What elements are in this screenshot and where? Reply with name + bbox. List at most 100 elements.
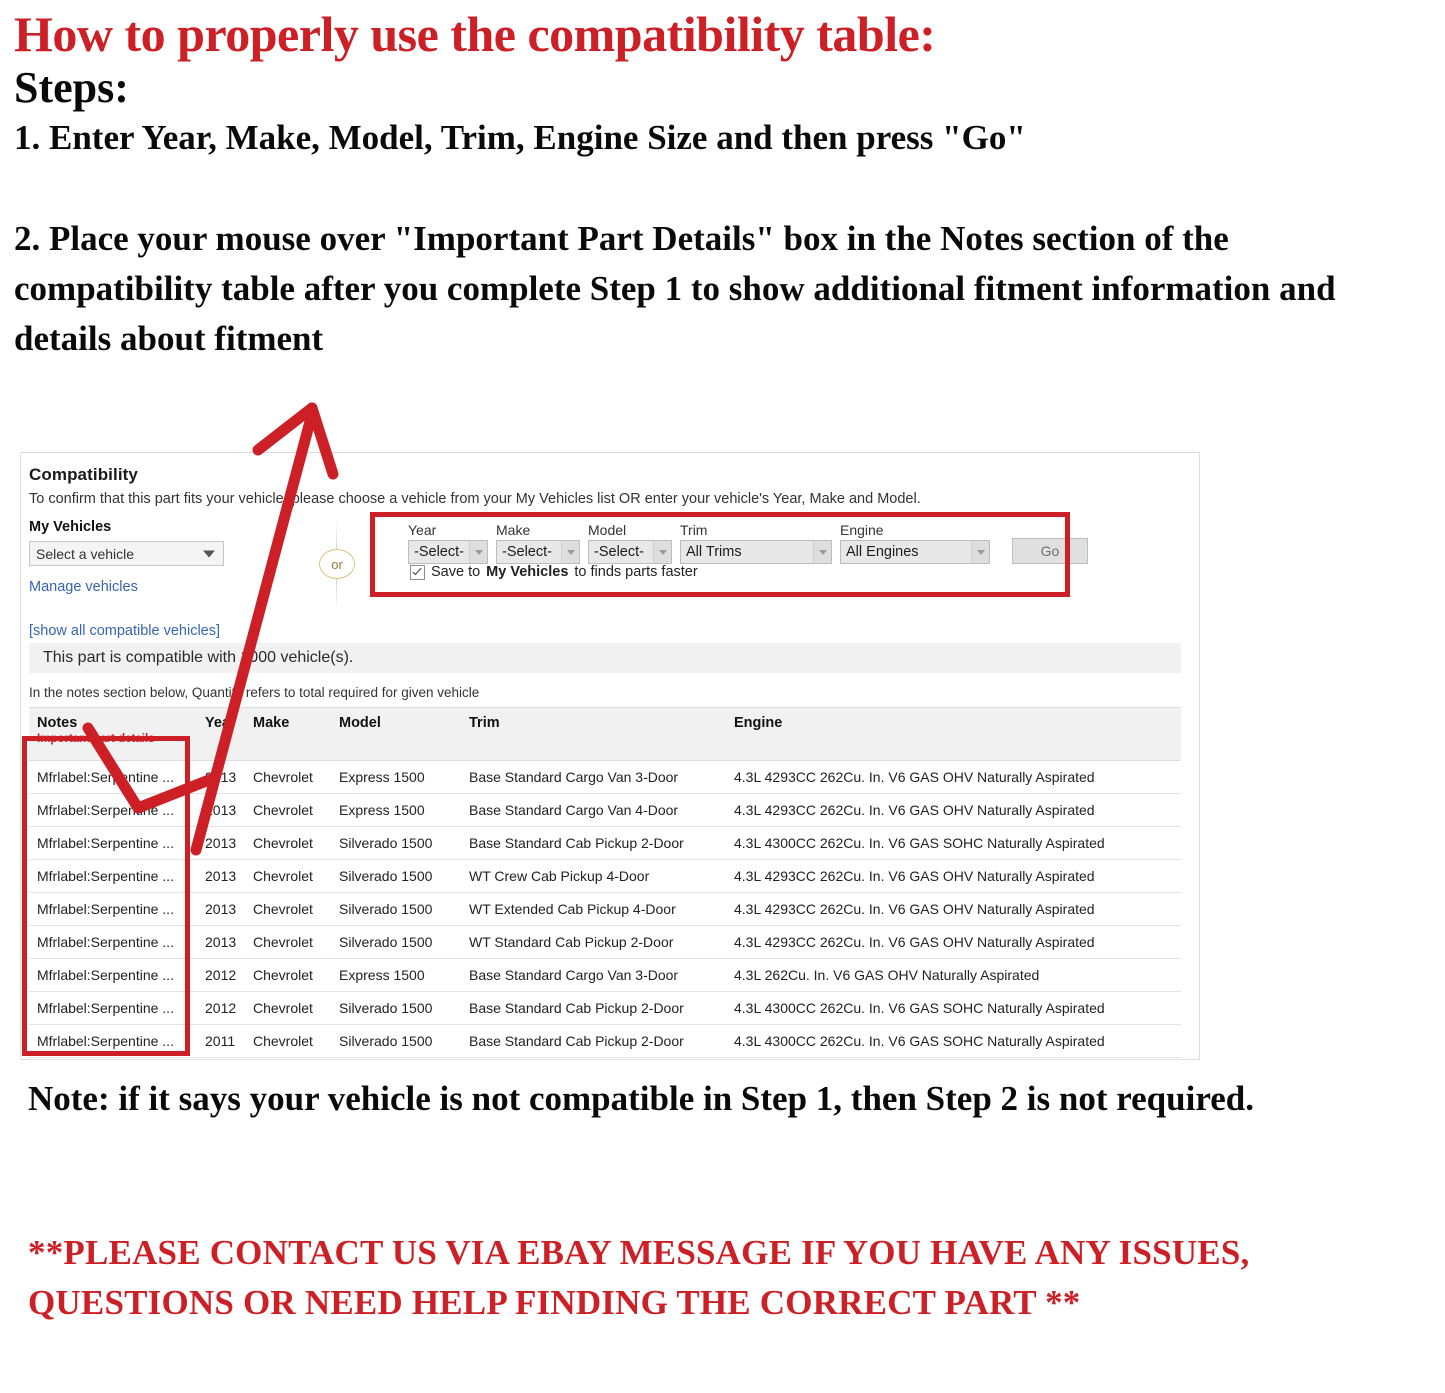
table-row: Mfrlabel:Serpentine ... 2011 Chevrolet Silv… [29, 1024, 1181, 1058]
important-part-details-label[interactable]: Important part details [37, 733, 189, 745]
make-cell: Chevrolet [245, 1024, 331, 1058]
engine-cell: 4.3L 4293CC 262Cu. In. V6 GAS OHV Natura… [726, 760, 1181, 794]
make-cell: Chevrolet [245, 991, 331, 1025]
note-cell[interactable]: Mfrlabel:Serpentine ... [29, 826, 197, 860]
trim-cell: WT Extended Cab Pickup 4-Door [461, 892, 726, 926]
trim-cell: Base Standard Cab Pickup 2-Door [461, 991, 726, 1025]
chevron-down-icon [561, 541, 579, 563]
trim-select-value: All Trims [686, 544, 742, 560]
field-engine: Engine All Engines [840, 522, 990, 564]
field-make-label: Make [496, 522, 531, 538]
engine-cell: 4.3L 4293CC 262Cu. In. V6 GAS OHV Natura… [726, 892, 1181, 926]
column-header-notes: Notes Important part details [29, 707, 197, 761]
trim-select[interactable]: All Trims [680, 540, 832, 564]
note-cell[interactable]: Mfrlabel:Serpentine ... [29, 958, 197, 992]
year-select[interactable]: -Select- [408, 540, 488, 564]
make-select[interactable]: -Select- [496, 540, 580, 564]
table-row: Mfrlabel:Serpentine ... 2012 Chevrolet Expr… [29, 958, 1181, 992]
save-to-my-vehicles-checkbox[interactable] [410, 564, 425, 580]
step-1-text: 1. Enter Year, Make, Model, Trim, Engine… [14, 117, 1026, 157]
contact-note-text: **PLEASE CONTACT US VIA EBAY MESSAGE IF … [28, 1233, 1250, 1322]
manage-vehicles-link[interactable]: Manage vehicles [29, 579, 299, 595]
model-cell: Silverado 1500 [331, 892, 461, 926]
model-cell: Silverado 1500 [331, 991, 461, 1025]
compatibility-table-body: Mfrlabel:Serpentine ... 2013 Chevrolet Expr… [29, 760, 1181, 1059]
field-trim-label: Trim [680, 522, 708, 538]
table-row: Mfrlabel:Serpentine ...2010ChevroletSilv… [29, 1057, 1181, 1059]
save-to-my-vehicles-row[interactable]: Save to My Vehicles to finds parts faste… [410, 564, 698, 580]
go-button[interactable]: Go [1012, 538, 1088, 564]
engine-cell: 4.3L 4300CC 262Cu. In. V6 GAS SOHC Natur… [726, 1057, 1181, 1059]
note-cell[interactable]: Mfrlabel:Serpentine ... [29, 925, 197, 959]
step-2-text: 2. Place your mouse over "Important Part… [14, 219, 1336, 358]
model-select[interactable]: -Select- [588, 540, 672, 564]
show-all-compatible-vehicles-link[interactable]: [show all compatible vehicles] [29, 623, 299, 639]
save-suffix-text: to finds parts faster [574, 564, 698, 580]
field-trim: Trim All Trims [680, 522, 832, 564]
year-cell: 2012 [197, 958, 245, 992]
table-row: Mfrlabel:Serpentine ... 2013 Chevrolet Silv… [29, 859, 1181, 893]
note-cell[interactable]: Mfrlabel:Serpentine ... [29, 1057, 197, 1059]
make-cell: Chevrolet [245, 1057, 331, 1059]
instructions-block: How to properly use the compatibility ta… [14, 8, 1434, 363]
field-model: Model -Select- [588, 522, 672, 564]
year-cell: 2011 [197, 1024, 245, 1058]
note-cell[interactable]: Mfrlabel:Serpentine ... [29, 760, 197, 794]
engine-cell: 4.3L 4300CC 262Cu. In. V6 GAS SOHC Natur… [726, 991, 1181, 1025]
table-row: Mfrlabel:Serpentine ... 2013 Chevrolet Silv… [29, 892, 1181, 926]
engine-cell: 4.3L 4293CC 262Cu. In. V6 GAS OHV Natura… [726, 859, 1181, 893]
save-bold-text: My Vehicles [486, 564, 569, 580]
model-cell: Express 1500 [331, 958, 461, 992]
trim-cell: Base Standard Cargo Van 3-Door [461, 760, 726, 794]
year-cell: 2013 [197, 793, 245, 827]
trim-cell: WT Crew Cab Pickup 4-Door [461, 859, 726, 893]
trim-cell: Base Standard Cab Pickup 2-Door [461, 826, 726, 860]
field-make: Make -Select- [496, 522, 580, 564]
compatibility-description: To confirm that this part fits your vehi… [29, 491, 921, 507]
year-select-value: -Select- [414, 544, 464, 560]
column-header-year: Year [197, 707, 245, 761]
make-select-value: -Select- [502, 544, 552, 560]
engine-cell: 4.3L 4293CC 262Cu. In. V6 GAS OHV Natura… [726, 793, 1181, 827]
year-cell: 2013 [197, 760, 245, 794]
note-cell[interactable]: Mfrlabel:Serpentine ... [29, 859, 197, 893]
model-cell: Silverado 1500 [331, 1024, 461, 1058]
model-cell: Silverado 1500 [331, 925, 461, 959]
table-row: Mfrlabel:Serpentine ... 2013 Chevrolet Silv… [29, 826, 1181, 860]
column-header-trim: Trim [461, 707, 726, 761]
model-cell: Silverado 1500 [331, 826, 461, 860]
engine-select-value: All Engines [846, 544, 919, 560]
note-cell[interactable]: Mfrlabel:Serpentine ... [29, 991, 197, 1025]
column-header-model: Model [331, 707, 461, 761]
model-cell: Silverado 1500 [331, 859, 461, 893]
trim-cell: Base Standard Cargo Van 3-Door [461, 958, 726, 992]
field-year-label: Year [408, 522, 437, 538]
year-cell: 2013 [197, 826, 245, 860]
chevron-down-icon [971, 541, 989, 563]
engine-cell: 4.3L 4300CC 262Cu. In. V6 GAS SOHC Natur… [726, 1024, 1181, 1058]
my-vehicles-select[interactable]: Select a vehicle [29, 541, 224, 566]
my-vehicles-select-value: Select a vehicle [36, 545, 135, 562]
note-cell[interactable]: Mfrlabel:Serpentine ... [29, 892, 197, 926]
note-cell[interactable]: Mfrlabel:Serpentine ... [29, 1024, 197, 1058]
chevron-down-icon [653, 541, 671, 563]
table-row: Mfrlabel:Serpentine ... 2012 Chevrolet Silv… [29, 991, 1181, 1025]
or-badge: or [319, 549, 355, 579]
trim-cell: Base Standard Cab Pickup 2-Door [461, 1057, 726, 1059]
table-header-row: Notes Important part details Year Make M… [29, 707, 1181, 761]
make-cell: Chevrolet [245, 826, 331, 860]
compatibility-count-banner: This part is compatible with 1000 vehicl… [29, 643, 1181, 673]
column-header-make: Make [245, 707, 331, 761]
year-cell: 2013 [197, 859, 245, 893]
engine-cell: 4.3L 262Cu. In. V6 GAS OHV Naturally Asp… [726, 958, 1181, 992]
table-row: Mfrlabel:Serpentine ... 2013 Chevrolet Silv… [29, 925, 1181, 959]
steps-label: Steps: [14, 62, 129, 112]
engine-select[interactable]: All Engines [840, 540, 990, 564]
field-engine-label: Engine [840, 522, 884, 538]
field-year: Year -Select- [408, 522, 488, 564]
vehicle-finder-row: Year -Select- Make -Select- Model -Selec… [408, 522, 1088, 564]
table-row: Mfrlabel:Serpentine ... 2013 Chevrolet Expr… [29, 760, 1181, 794]
trim-cell: Base Standard Cargo Van 4-Door [461, 793, 726, 827]
note-cell[interactable]: Mfrlabel:Serpentine ... [29, 793, 197, 827]
quantity-note: In the notes section below, Quantity ref… [29, 685, 480, 700]
